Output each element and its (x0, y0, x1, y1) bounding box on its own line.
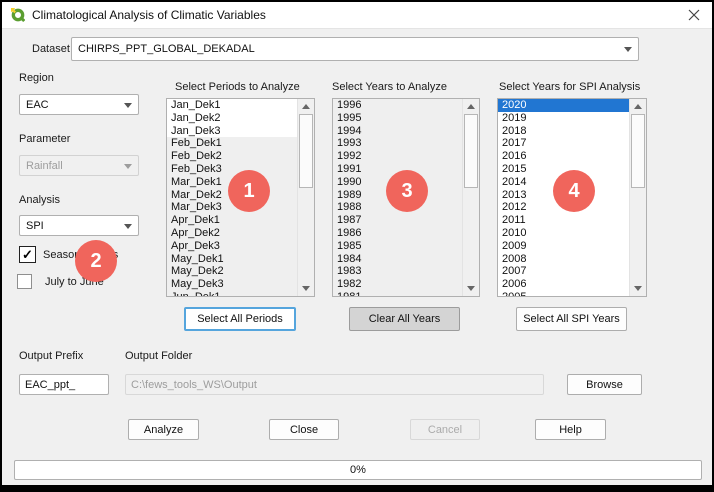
list-item[interactable]: 1985 (333, 240, 462, 253)
title-bar: Climatological Analysis of Climatic Vari… (2, 2, 712, 29)
step-badge-4: 4 (553, 170, 595, 212)
list-item[interactable]: 2008 (498, 253, 629, 266)
parameter-label: Parameter (19, 133, 70, 145)
spi-years-list-label: Select Years for SPI Analysis (499, 81, 640, 93)
list-item[interactable]: May_Dek2 (167, 265, 297, 278)
dataset-value: CHIRPS_PPT_GLOBAL_DEKADAL (78, 43, 255, 55)
list-item[interactable]: 2020 (498, 99, 629, 112)
dataset-label: Dataset (32, 43, 70, 55)
years-list-label: Select Years to Analyze (332, 81, 447, 93)
list-item[interactable]: Jan_Dek2 (167, 112, 297, 125)
scroll-up-icon[interactable] (630, 99, 646, 114)
region-combobox[interactable]: EAC (19, 94, 139, 115)
scrollbar-thumb[interactable] (299, 114, 313, 188)
output-folder-field (125, 374, 544, 395)
app-logo-icon (10, 7, 26, 23)
spi-years-scrollbar[interactable] (629, 99, 646, 296)
select-all-spi-years-button[interactable]: Select All SPI Years (516, 307, 627, 331)
close-button[interactable] (686, 7, 702, 23)
list-item[interactable]: May_Dek3 (167, 278, 297, 291)
chevron-down-icon (124, 103, 132, 108)
analysis-value: SPI (26, 220, 44, 232)
list-item[interactable]: Jan_Dek1 (167, 99, 297, 112)
list-item[interactable]: 2010 (498, 227, 629, 240)
scrollbar-thumb[interactable] (464, 114, 478, 188)
list-item[interactable]: 1984 (333, 253, 462, 266)
list-item[interactable]: Jan_Dek3 (167, 125, 297, 138)
parameter-value: Rainfall (26, 160, 63, 172)
close-dialog-button[interactable]: Close (269, 419, 339, 440)
list-item[interactable]: 2018 (498, 125, 629, 138)
checkmark-icon: ✓ (22, 247, 33, 263)
list-item[interactable]: Apr_Dek2 (167, 227, 297, 240)
scroll-up-icon[interactable] (463, 99, 479, 114)
list-item[interactable]: 2016 (498, 150, 629, 163)
list-item[interactable]: 1986 (333, 227, 462, 240)
step-badge-1: 1 (228, 170, 270, 212)
list-item[interactable]: Apr_Dek3 (167, 240, 297, 253)
scroll-down-icon[interactable] (463, 281, 479, 296)
list-item[interactable]: 2007 (498, 265, 629, 278)
list-item[interactable]: 2011 (498, 214, 629, 227)
window-title: Climatological Analysis of Climatic Vari… (32, 8, 266, 22)
browse-button[interactable]: Browse (567, 374, 642, 395)
list-item[interactable]: 2019 (498, 112, 629, 125)
dataset-combobox[interactable]: CHIRPS_PPT_GLOBAL_DEKADAL (71, 37, 639, 61)
analysis-combobox[interactable]: SPI (19, 215, 139, 236)
close-icon (688, 9, 700, 21)
step-badge-3: 3 (386, 170, 428, 212)
list-item[interactable]: 1981 (333, 291, 462, 296)
select-all-periods-button[interactable]: Select All Periods (184, 307, 296, 331)
chevron-down-icon (124, 224, 132, 229)
chevron-down-icon (624, 47, 632, 52)
scrollbar-thumb[interactable] (631, 114, 645, 188)
chevron-down-icon (124, 164, 132, 169)
list-item[interactable]: 1994 (333, 125, 462, 138)
list-item[interactable]: 1983 (333, 265, 462, 278)
list-item[interactable]: 2009 (498, 240, 629, 253)
list-item[interactable]: 1987 (333, 214, 462, 227)
list-item[interactable]: 2006 (498, 278, 629, 291)
july-to-june-checkbox[interactable] (17, 274, 32, 289)
region-value: EAC (26, 99, 49, 111)
clear-all-years-button[interactable]: Clear All Years (349, 307, 460, 331)
list-item[interactable]: 1995 (333, 112, 462, 125)
analysis-label: Analysis (19, 194, 60, 206)
dialog-climatological-analysis: Climatological Analysis of Climatic Vari… (0, 0, 714, 492)
list-item[interactable]: 2005 (498, 291, 629, 296)
output-prefix-input[interactable] (19, 374, 109, 395)
periods-list-label: Select Periods to Analyze (175, 81, 300, 93)
region-label: Region (19, 72, 54, 84)
scroll-down-icon[interactable] (630, 281, 646, 296)
list-item[interactable]: 1993 (333, 137, 462, 150)
list-item[interactable]: Jun_Dek1 (167, 291, 297, 296)
step-badge-2: 2 (75, 240, 117, 282)
list-item[interactable]: Feb_Dek3 (167, 163, 297, 176)
list-item[interactable]: 2017 (498, 137, 629, 150)
list-item[interactable]: Feb_Dek1 (167, 137, 297, 150)
output-folder-label: Output Folder (125, 350, 192, 362)
cancel-button: Cancel (410, 419, 480, 440)
scroll-up-icon[interactable] (298, 99, 314, 114)
analyze-button[interactable]: Analyze (128, 419, 199, 440)
periods-scrollbar[interactable] (297, 99, 314, 296)
scroll-down-icon[interactable] (298, 281, 314, 296)
progress-value: 0% (350, 464, 366, 476)
list-item[interactable]: May_Dek1 (167, 253, 297, 266)
progress-bar: 0% (14, 460, 702, 480)
parameter-combobox: Rainfall (19, 155, 139, 176)
list-item[interactable]: Apr_Dek1 (167, 214, 297, 227)
list-item[interactable]: 1996 (333, 99, 462, 112)
seasonal-totals-checkbox[interactable]: ✓ (19, 246, 36, 263)
help-button[interactable]: Help (535, 419, 606, 440)
list-item[interactable]: 1992 (333, 150, 462, 163)
list-item[interactable]: 1982 (333, 278, 462, 291)
output-prefix-label: Output Prefix (19, 350, 83, 362)
years-scrollbar[interactable] (462, 99, 479, 296)
list-item[interactable]: Feb_Dek2 (167, 150, 297, 163)
